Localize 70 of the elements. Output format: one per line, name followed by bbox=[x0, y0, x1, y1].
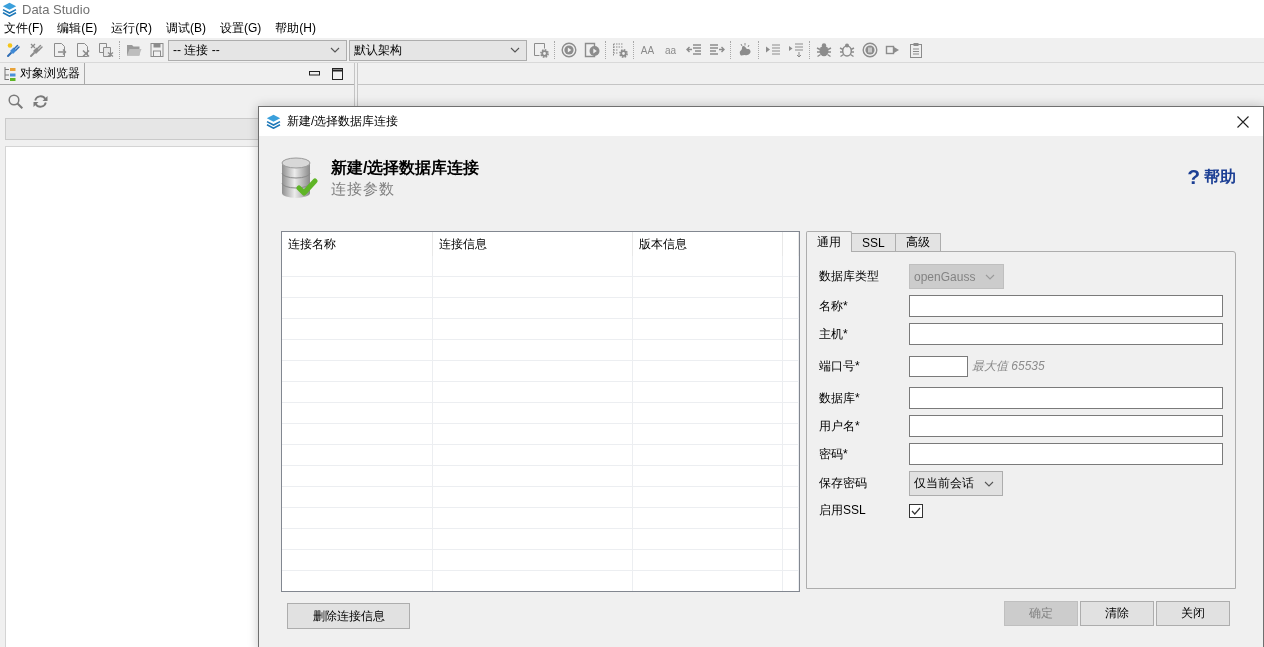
input-field[interactable] bbox=[909, 443, 1223, 465]
folder-icon[interactable] bbox=[125, 42, 142, 58]
minimize-icon[interactable] bbox=[309, 71, 320, 76]
document-play-icon[interactable] bbox=[583, 42, 600, 58]
plug-icon[interactable] bbox=[28, 42, 45, 58]
dialog-button[interactable]: 关闭 bbox=[1156, 601, 1230, 626]
app-title: Data Studio bbox=[22, 2, 90, 17]
field-label: 主机* bbox=[819, 325, 849, 343]
indent-icon[interactable] bbox=[708, 42, 725, 58]
menu-item[interactable]: 文件(F) bbox=[0, 19, 54, 38]
plug-icon[interactable] bbox=[5, 42, 22, 58]
field-label: 保存密码 bbox=[819, 475, 868, 492]
database-check-icon bbox=[280, 157, 318, 199]
chevron-down-icon bbox=[510, 47, 520, 53]
field-label: 启用SSL bbox=[819, 502, 867, 519]
dialog-title: 新建/选择数据库连接 bbox=[287, 113, 400, 130]
save-icon[interactable] bbox=[148, 42, 165, 58]
tab[interactable]: SSL bbox=[851, 233, 896, 252]
menu-item[interactable]: 调试(B) bbox=[162, 19, 216, 38]
input-field[interactable] bbox=[909, 323, 1223, 345]
field-label: 端口号* bbox=[819, 358, 861, 375]
delete-connection-button[interactable]: 删除连接信息 bbox=[287, 603, 410, 629]
document-cross-icon[interactable] bbox=[74, 42, 91, 58]
field-label: 数据库类型 bbox=[819, 268, 880, 285]
field-label: 用户名* bbox=[819, 417, 861, 435]
search-icon[interactable] bbox=[8, 94, 23, 109]
bug-icon[interactable] bbox=[838, 42, 855, 58]
input-field[interactable] bbox=[909, 295, 1223, 317]
input-field[interactable] bbox=[909, 415, 1223, 437]
menu-item[interactable]: 编辑(E) bbox=[53, 19, 108, 38]
field-label: 密码* bbox=[819, 445, 849, 463]
window-gear-icon[interactable] bbox=[532, 42, 549, 58]
dialog-button[interactable]: 清除 bbox=[1080, 601, 1154, 626]
input-field[interactable] bbox=[909, 356, 968, 377]
close-icon[interactable] bbox=[1237, 115, 1249, 128]
chevron-down-icon bbox=[330, 47, 340, 53]
schema-dropdown[interactable]: 默认架构 bbox=[349, 39, 527, 61]
hint-text: 最大值 65535 bbox=[972, 358, 1045, 375]
clipboard-icon[interactable] bbox=[907, 42, 924, 58]
chevron-down-icon bbox=[984, 480, 994, 487]
menu-item[interactable]: 运行(R) bbox=[107, 19, 162, 38]
play-lines-icon[interactable] bbox=[764, 42, 781, 58]
help-icon: ? bbox=[1187, 167, 1200, 187]
tree-icon bbox=[3, 65, 16, 82]
app-logo-icon bbox=[2, 2, 17, 17]
dialog-subheading: 连接参数 bbox=[331, 179, 396, 199]
menu-item[interactable]: 设置(G) bbox=[216, 19, 272, 38]
chevron-down-icon bbox=[985, 273, 996, 280]
connection-dropdown[interactable]: -- 连接 -- bbox=[168, 39, 347, 61]
app-logo-icon bbox=[266, 114, 281, 129]
bug-icon[interactable] bbox=[815, 42, 832, 58]
menu-item[interactable]: 帮助(H) bbox=[271, 19, 326, 38]
documents-icon[interactable] bbox=[97, 42, 114, 58]
dropdown[interactable]: 仅当前会话 bbox=[909, 471, 1003, 496]
dialog-heading: 新建/选择数据库连接 bbox=[331, 158, 481, 178]
pause-circle-icon[interactable] bbox=[861, 42, 878, 58]
checkbox[interactable] bbox=[909, 503, 923, 518]
help-link[interactable]: ? 帮助 bbox=[1187, 167, 1236, 187]
lines-arrows-icon[interactable] bbox=[787, 42, 804, 58]
tab[interactable]: 高级 bbox=[894, 233, 941, 252]
outdent-icon[interactable] bbox=[685, 42, 702, 58]
refresh-icon[interactable] bbox=[33, 94, 48, 109]
field-label: 数据库* bbox=[819, 389, 861, 407]
document-arrow-icon[interactable] bbox=[51, 42, 68, 58]
play-circle-icon[interactable] bbox=[560, 42, 577, 58]
maximize-icon[interactable] bbox=[332, 67, 343, 80]
table-gear-icon[interactable] bbox=[611, 42, 628, 58]
field-label: 名称* bbox=[819, 297, 849, 315]
tab[interactable]: 通用 bbox=[806, 231, 852, 252]
input-field[interactable] bbox=[909, 387, 1223, 409]
